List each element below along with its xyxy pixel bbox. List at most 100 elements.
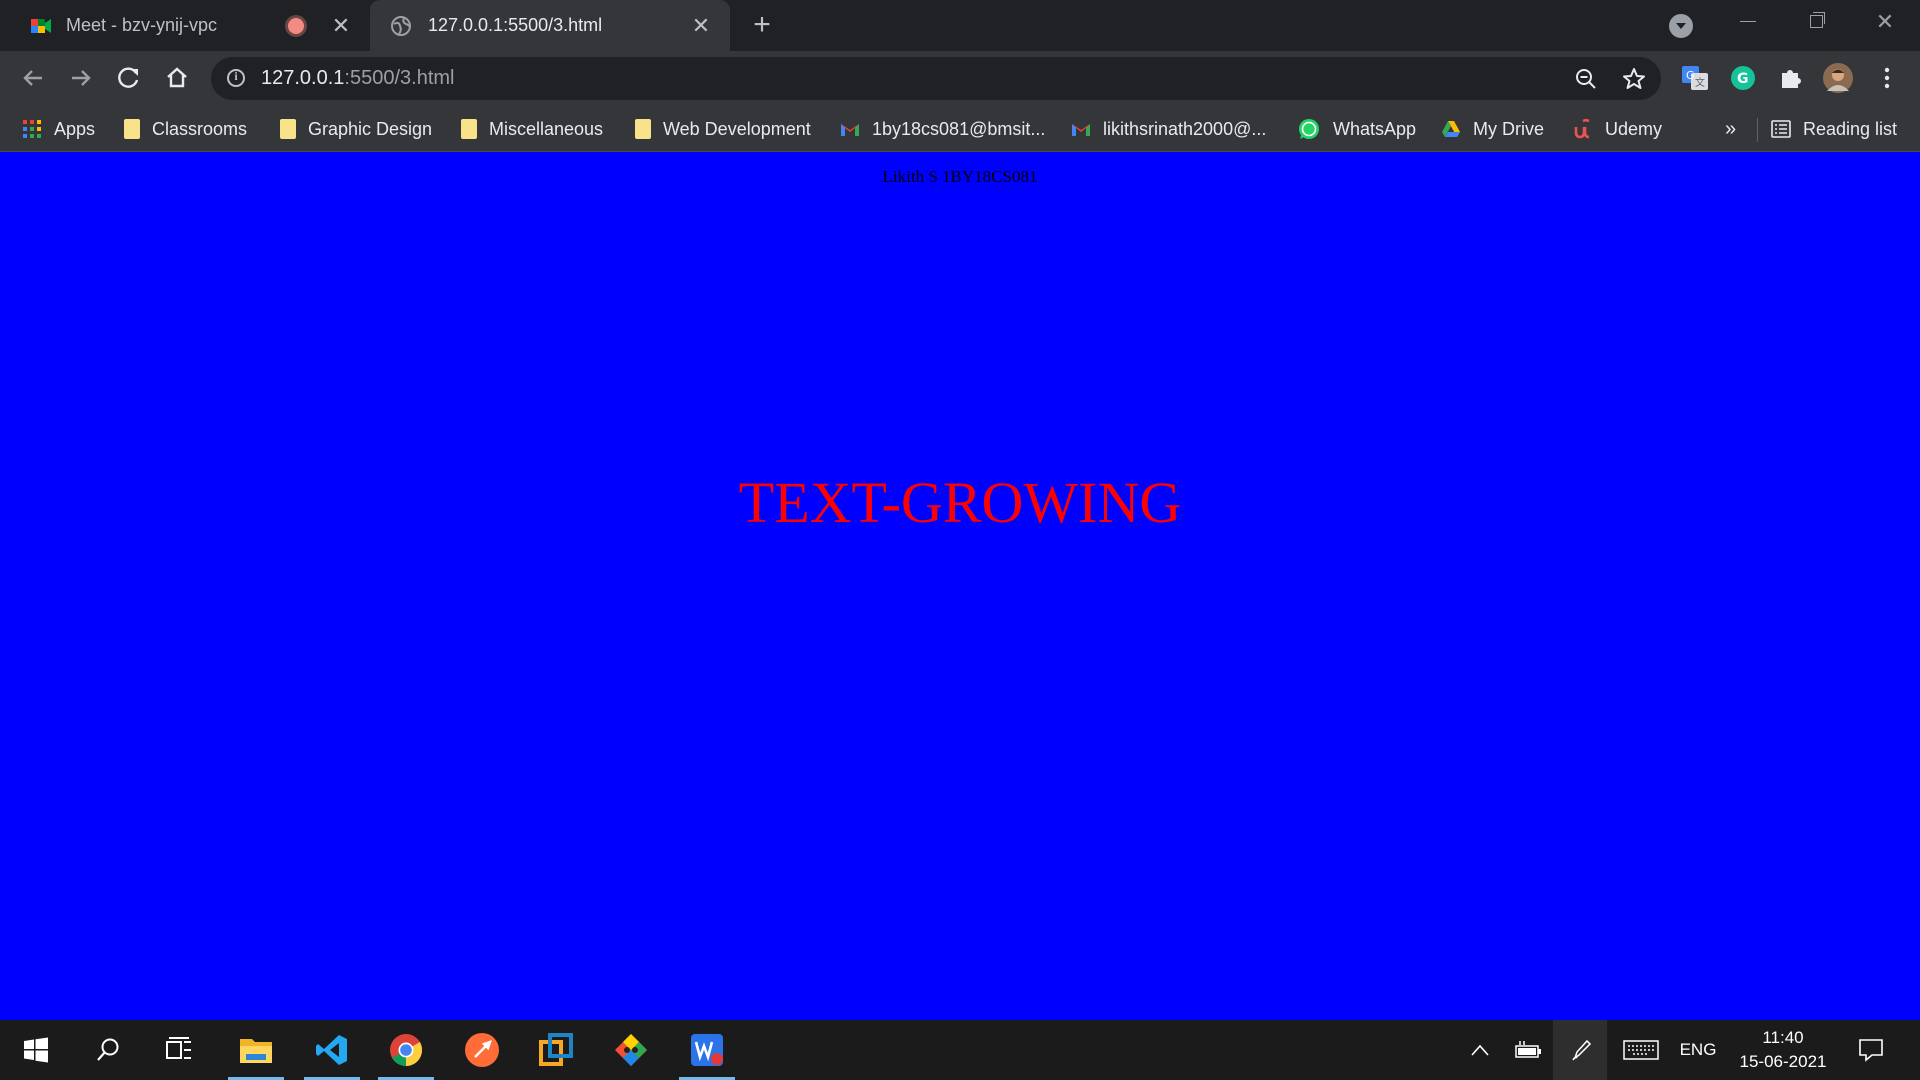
bookmark-label: Web Development <box>663 118 811 139</box>
task-view-icon <box>166 1037 191 1059</box>
author-line: Likith S 1BY18CS081 <box>882 167 1038 186</box>
folder-icon <box>635 119 651 139</box>
bookmark-label: My Drive <box>1473 118 1544 139</box>
keyboard-icon <box>1623 1040 1659 1060</box>
close-tab-icon[interactable]: ✕ <box>330 14 352 37</box>
taskbar-chrome[interactable] <box>375 1020 437 1080</box>
pen-icon <box>1572 1039 1592 1061</box>
bookmarks-divider <box>1757 118 1758 142</box>
menu-kebab-icon[interactable] <box>1872 63 1902 93</box>
folder-icon <box>280 119 296 139</box>
bookmark-label: Apps <box>54 118 96 139</box>
back-icon[interactable] <box>18 63 48 93</box>
bookmark-udemy[interactable]: Udemy <box>1573 106 1662 152</box>
tab-localhost[interactable]: 127.0.0.1:5500/3.html ✕ <box>370 0 730 51</box>
restore-button[interactable] <box>1787 0 1847 44</box>
site-info-icon[interactable] <box>227 69 245 87</box>
minimize-button[interactable] <box>1718 0 1778 44</box>
reading-list-label: Reading list <box>1803 118 1898 139</box>
bookmarks-overflow-button[interactable]: » <box>1725 106 1736 152</box>
svg-text:G: G <box>1737 71 1749 87</box>
bookmark-graphic-design[interactable]: Graphic Design <box>280 106 432 152</box>
bookmark-star-icon[interactable] <box>1622 67 1646 91</box>
bookmark-web-development[interactable]: Web Development <box>635 106 811 152</box>
gmail-icon <box>841 124 859 136</box>
bookmark-label: 1by18cs081@bmsit... <box>872 118 1046 139</box>
reading-list-icon <box>1771 120 1791 138</box>
taskbar-postman[interactable] <box>451 1020 513 1080</box>
wps-office-icon <box>691 1034 723 1066</box>
taskbar-vscode[interactable] <box>301 1020 363 1080</box>
bookmarks-bar: Apps Classrooms Graphic Design Miscellan… <box>0 106 1920 152</box>
bookmark-miscellaneous[interactable]: Miscellaneous <box>461 106 603 152</box>
bookmark-gmail-personal[interactable]: likithsrinath2000@... <box>1071 106 1266 152</box>
vscode-icon <box>316 1035 347 1065</box>
battery-charging-icon <box>1515 1041 1541 1058</box>
taskbar-virtualbox[interactable] <box>525 1020 587 1080</box>
address-bar[interactable]: 127.0.0.1:5500/3.html <box>211 57 1661 100</box>
start-button[interactable] <box>5 1020 67 1080</box>
new-tab-button[interactable]: + <box>748 10 776 40</box>
bookmark-label: likithsrinath2000@... <box>1103 118 1267 139</box>
url-text[interactable]: 127.0.0.1:5500/3.html <box>261 67 455 90</box>
google-translate-icon[interactable]: G 文 <box>1680 63 1710 93</box>
virtualbox-icon <box>539 1033 573 1066</box>
home-icon[interactable] <box>162 63 192 93</box>
bookmark-label: WhatsApp <box>1333 118 1417 139</box>
gmail-icon <box>1072 124 1090 136</box>
bookmark-label: Miscellaneous <box>489 118 604 139</box>
show-hidden-icons-button[interactable] <box>1465 1020 1495 1080</box>
touch-keyboard-button[interactable] <box>1620 1020 1662 1080</box>
tab-title: Meet - bzv-ynij-vpc <box>66 15 218 35</box>
task-view-button[interactable] <box>148 1020 210 1080</box>
postman-icon <box>465 1033 499 1067</box>
bookmark-classrooms[interactable]: Classrooms <box>124 106 247 152</box>
tab-search-button[interactable] <box>1669 14 1693 38</box>
notification-icon <box>1859 1039 1883 1062</box>
action-center-button[interactable] <box>1850 1020 1892 1080</box>
browser-toolbar: 127.0.0.1:5500/3.html G 文 G <box>0 51 1920 106</box>
pen-workspace-button[interactable] <box>1563 1020 1599 1080</box>
bookmark-gmail-college[interactable]: 1by18cs081@bmsit... <box>840 106 1045 152</box>
taskbar-file-explorer[interactable] <box>225 1020 287 1080</box>
reload-icon[interactable] <box>114 63 144 93</box>
extensions-puzzle-icon[interactable] <box>1776 63 1806 93</box>
input-language-button[interactable]: ENG <box>1674 1020 1722 1080</box>
bookmark-label: Graphic Design <box>308 118 433 139</box>
windows-start-icon <box>24 1037 48 1063</box>
clock-date: 15-06-2021 <box>1739 1052 1827 1071</box>
udemy-icon <box>1574 119 1590 139</box>
google-meet-icon <box>31 18 51 33</box>
bookmark-apps[interactable]: Apps <box>22 106 95 152</box>
svg-text:文: 文 <box>1695 76 1705 89</box>
taskbar-wps-office[interactable] <box>676 1020 738 1080</box>
battery-button[interactable] <box>1510 1020 1546 1080</box>
windows-taskbar: ENG 11:40 15-06-2021 <box>0 1020 1920 1080</box>
bookmark-whatsapp[interactable]: WhatsApp <box>1297 106 1416 152</box>
google-drive-icon <box>1442 121 1460 137</box>
folder-icon <box>124 119 140 139</box>
bookmark-label: Udemy <box>1605 118 1663 139</box>
chevron-up-icon <box>1471 1044 1489 1056</box>
forward-icon[interactable] <box>66 63 96 93</box>
bookmark-label: Classrooms <box>152 118 248 139</box>
close-tab-icon[interactable]: ✕ <box>690 14 712 37</box>
recording-indicator-icon <box>288 17 304 34</box>
tab-strip: Meet - bzv-ynij-vpc ✕ 127.0.0.1:5500/3.h… <box>0 0 1920 51</box>
bookmark-my-drive[interactable]: My Drive <box>1441 106 1544 152</box>
profile-avatar-icon[interactable] <box>1823 63 1853 93</box>
system-clock[interactable]: 11:40 15-06-2021 <box>1720 1026 1846 1074</box>
apps-grid-icon <box>23 120 41 138</box>
tab-meet[interactable]: Meet - bzv-ynij-vpc ✕ <box>0 0 370 51</box>
zoom-icon[interactable] <box>1574 67 1598 91</box>
reading-list-button[interactable]: Reading list <box>1771 106 1897 152</box>
close-window-button[interactable]: ✕ <box>1855 0 1915 44</box>
grammarly-icon[interactable]: G <box>1728 63 1758 93</box>
whatsapp-icon <box>1299 119 1319 139</box>
git-icon <box>615 1034 647 1066</box>
file-explorer-icon <box>240 1039 272 1063</box>
svg-text:G: G <box>1686 69 1695 82</box>
taskbar-search-button[interactable] <box>77 1020 139 1080</box>
growing-text-heading: TEXT-GROWING <box>738 470 1182 535</box>
taskbar-git[interactable] <box>600 1020 662 1080</box>
